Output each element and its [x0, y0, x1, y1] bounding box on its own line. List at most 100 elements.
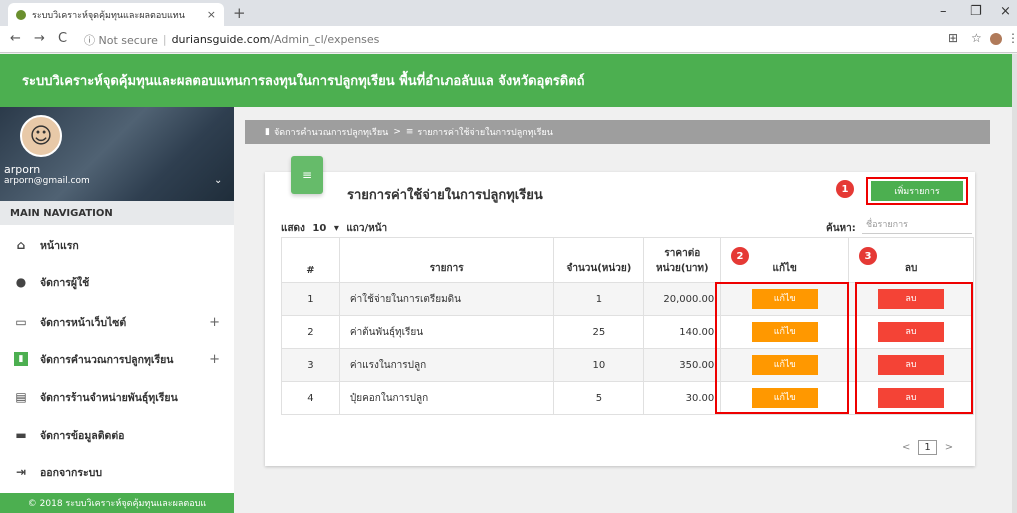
browser-tab[interactable]: ระบบวิเคราะห์จุดคุ้มทุนและผลตอบแทน ×	[8, 3, 224, 26]
cell-price: 30.00	[643, 381, 722, 415]
sidebar-item-label: ออกจากระบบ	[40, 466, 102, 479]
url-path: /Admin_cl/expenses	[270, 33, 380, 46]
caret-down-icon[interactable]: ▾	[334, 223, 339, 234]
cell-qty: 10	[553, 348, 645, 382]
chart-icon: ▮	[14, 352, 28, 366]
col-header-price[interactable]: ราคาต่อ หน่วย(บาท)	[643, 237, 722, 283]
tab-close-icon[interactable]: ×	[207, 8, 216, 21]
sidebar-item-label: จัดการคำนวณการปลูกทุเรียน	[40, 353, 174, 366]
cell-price: 350.00	[643, 348, 722, 382]
cell-no: 4	[281, 381, 340, 415]
user-email: arporn@gmail.com	[4, 176, 90, 186]
annotation-badge-2: 2	[731, 247, 749, 265]
browser-tabbar: ระบบวิเคราะห์จุดคุ้มทุนและผลตอบแทน × + –…	[0, 0, 1017, 26]
main-navigation-label: MAIN NAVIGATION	[0, 201, 234, 225]
annotation-frame-edit	[715, 282, 849, 414]
window-close-button[interactable]: ×	[1000, 4, 1011, 19]
pagination: < 1 >	[902, 440, 953, 455]
home-icon: ⌂	[16, 238, 26, 252]
new-tab-button[interactable]: +	[233, 4, 246, 22]
sidebar: ☺ arporn arporn@gmail.com ⌄ MAIN NAVIGAT…	[0, 107, 234, 513]
add-item-button[interactable]: เพิ่มรายการ	[871, 181, 963, 201]
address-bar: ← → C ⓘ Not secure | duriansguide.com/Ad…	[0, 26, 1017, 53]
sidebar-item-calculation[interactable]: ▮ จัดการคำนวณการปลูกทุเรียน +	[0, 345, 234, 373]
page-length-control: แสดง 10 ▾ แถว/หน้า	[281, 221, 387, 236]
annotation-frame-delete	[855, 282, 973, 414]
card-title: รายการค่าใช้จ่ายในการปลูกทุเรียน	[347, 188, 543, 203]
cell-item: ค่าใช้จ่ายในการเตรียมดิน	[338, 282, 555, 316]
avatar: ☺	[20, 115, 62, 157]
annotation-badge-1: 1	[836, 180, 854, 198]
user-icon: ●	[15, 275, 27, 289]
cell-item: ค่าต้นพันธุ์ทุเรียน	[338, 315, 555, 349]
cell-price: 140.00	[643, 315, 722, 349]
url-host: duriansguide.com	[171, 33, 271, 46]
security-indicator[interactable]: ⓘ Not secure	[84, 32, 158, 48]
page-button-current[interactable]: 1	[918, 440, 937, 455]
breadcrumb-current: รายการค่าใช้จ่ายในการปลูกทุเรียน	[417, 128, 553, 138]
back-arrow-icon[interactable]: ←	[10, 31, 21, 46]
site-title: ระบบวิเคราะห์จุดคุ้มทุนและผลตอบแทนการลงท…	[22, 74, 585, 89]
chat-icon: ▬	[15, 428, 27, 442]
cell-no: 3	[281, 348, 340, 382]
col-header-item[interactable]: รายการ	[338, 237, 555, 283]
chevron-down-icon[interactable]: ⌄	[214, 175, 222, 186]
breadcrumb-separator: >	[393, 127, 401, 137]
maximize-button[interactable]: ❐	[970, 4, 982, 19]
next-page-button[interactable]: >	[945, 442, 953, 453]
breadcrumb-parent[interactable]: จัดการคำนวณการปลูกทุเรียน	[274, 125, 388, 139]
list-icon: ≡	[405, 127, 414, 137]
cell-item: ปุ๋ยคอกในการปลูก	[338, 381, 555, 415]
sidebar-item-users[interactable]: ● จัดการผู้ใช้	[0, 268, 234, 296]
col-header-qty[interactable]: จำนวน(หน่วย)	[553, 237, 645, 283]
favicon-icon	[16, 9, 26, 20]
chart-icon: ▮	[265, 127, 270, 137]
cell-no: 1	[281, 282, 340, 316]
search-input[interactable]	[862, 216, 972, 234]
user-panel: ☺ arporn arporn@gmail.com ⌄	[0, 107, 234, 201]
show-label: แสดง	[281, 223, 305, 234]
cell-qty: 1	[553, 282, 645, 316]
sidebar-item-label: จัดการร้านจำหน่ายพันธุ์ทุเรียน	[40, 391, 178, 404]
prev-page-button[interactable]: <	[902, 442, 910, 453]
page-length-select[interactable]: 10	[312, 223, 326, 234]
sidebar-item-logout[interactable]: ⇥ ออกจากระบบ	[0, 458, 234, 486]
reload-icon[interactable]: C	[58, 31, 67, 46]
sidebar-item-label: จัดการผู้ใช้	[40, 276, 90, 289]
cell-no: 2	[281, 315, 340, 349]
window-icon: ▭	[15, 315, 27, 329]
user-name: arporn	[4, 163, 41, 176]
per-page-label: แถว/หน้า	[346, 223, 388, 234]
cell-qty: 5	[553, 381, 645, 415]
sidebar-item-contact[interactable]: ▬ จัดการข้อมูลติดต่อ	[0, 421, 234, 449]
sidebar-item-stores[interactable]: ▤ จัดการร้านจำหน่ายพันธุ์ทุเรียน	[0, 383, 234, 411]
url-field[interactable]: ⓘ Not secure | duriansguide.com/Admin_cl…	[84, 30, 924, 49]
sidebar-item-website[interactable]: ▭ จัดการหน้าเว็บไซต์ +	[0, 308, 234, 336]
list-icon: ≡	[291, 156, 323, 194]
annotation-badge-3: 3	[859, 247, 877, 265]
forward-arrow-icon[interactable]: →	[34, 31, 45, 46]
col-header-no[interactable]: #	[281, 237, 340, 283]
cell-item: ค่าแรงในการปลูก	[338, 348, 555, 382]
tab-title: ระบบวิเคราะห์จุดคุ้มทุนและผลตอบแทน	[32, 10, 185, 21]
menu-dots-icon[interactable]: ⋮	[1007, 31, 1017, 45]
bookmark-star-icon[interactable]: ☆	[971, 31, 982, 45]
site-header: ระบบวิเคราะห์จุดคุ้มทุนและผลตอบแทนการลงท…	[0, 54, 1012, 107]
page-scrollbar[interactable]	[1012, 54, 1017, 513]
sidebar-item-label: หน้าแรก	[40, 239, 79, 252]
plus-icon: +	[209, 314, 220, 330]
cell-price: 20,000.00	[643, 282, 722, 316]
minimize-button[interactable]: –	[940, 4, 947, 19]
breadcrumb: ▮ จัดการคำนวณการปลูกทุเรียน > ≡ รายการค่…	[245, 120, 990, 144]
search-label: ค้นหา:	[826, 223, 856, 234]
profile-avatar-icon[interactable]	[990, 33, 1002, 45]
sidebar-item-home[interactable]: ⌂ หน้าแรก	[0, 231, 234, 259]
cell-qty: 25	[553, 315, 645, 349]
translate-icon[interactable]: ⊞	[948, 31, 958, 45]
sidebar-item-label: จัดการข้อมูลติดต่อ	[40, 429, 125, 442]
sidebar-item-label: จัดการหน้าเว็บไซต์	[40, 316, 127, 329]
store-icon: ▤	[15, 390, 27, 404]
logout-icon: ⇥	[15, 465, 27, 479]
sidebar-footer: © 2018 ระบบวิเคราะห์จุดคุ้มทุนและผลตอบแ	[0, 493, 234, 513]
plus-icon: +	[209, 351, 220, 367]
